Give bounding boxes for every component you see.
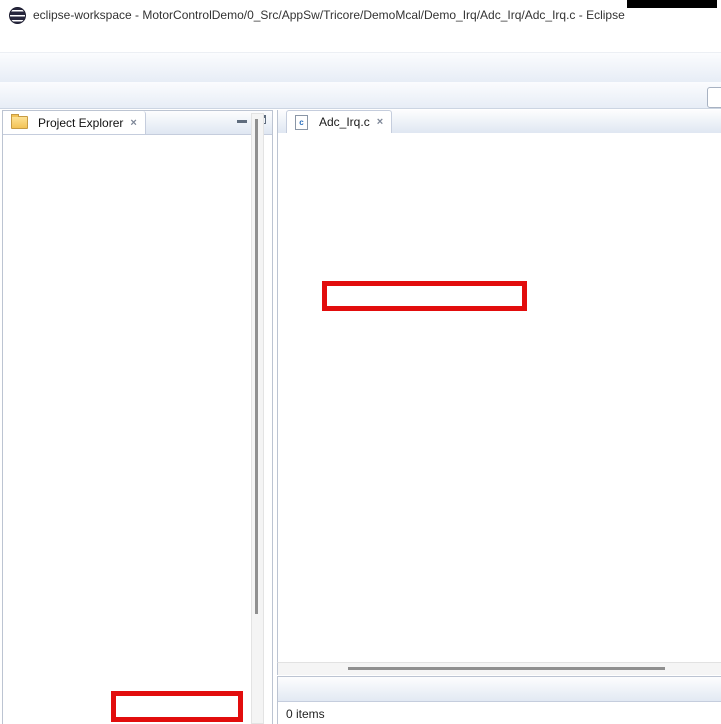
close-icon[interactable]: × (130, 117, 136, 129)
eclipse-logo-icon (9, 7, 26, 24)
annotation-box-editor-line (322, 281, 527, 311)
explorer-tab-label: Project Explorer (38, 116, 123, 130)
editor-tab-bar: c Adc_Irq.c × (277, 110, 721, 134)
project-explorer-view: Project Explorer × (2, 110, 273, 724)
bottom-view: 0 items (277, 676, 721, 724)
tree-scrollbar-thumb[interactable] (255, 119, 258, 614)
eclipse-window: { "window": { "title": "eclipse-workspac… (0, 0, 721, 724)
explorer-tab-bar: Project Explorer × (3, 111, 272, 135)
project-tree (3, 158, 272, 724)
close-icon[interactable]: × (377, 116, 383, 128)
problems-status: 0 items (278, 702, 721, 721)
menu-bar (0, 30, 721, 52)
navigation-toolbar (0, 82, 721, 109)
explorer-toolbar (3, 135, 272, 159)
title-bar: eclipse-workspace - MotorControlDemo/0_S… (0, 0, 721, 30)
editor-horizontal-scrollbar[interactable] (277, 662, 721, 675)
project-explorer-icon (11, 116, 28, 129)
c-file-icon: c (295, 115, 308, 130)
window-title: eclipse-workspace - MotorControlDemo/0_S… (33, 8, 625, 22)
editor-scrollbar-thumb[interactable] (348, 667, 665, 670)
annotation-box-tree-item (111, 691, 243, 722)
tree-scrollbar[interactable] (251, 113, 264, 724)
code-editor[interactable] (277, 133, 721, 662)
quick-access-box[interactable] (707, 87, 721, 108)
editor-tab-label: Adc_Irq.c (319, 115, 370, 129)
screen-edge-black-strip (627, 0, 717, 8)
editor-area: c Adc_Irq.c × 0 items (277, 110, 721, 724)
tab-adc-irq-c[interactable]: c Adc_Irq.c × (286, 110, 392, 133)
main-toolbar (0, 52, 721, 82)
bottom-tab-bar (278, 677, 721, 702)
tab-project-explorer[interactable]: Project Explorer × (3, 111, 146, 134)
minimize-view-button[interactable] (237, 117, 247, 123)
